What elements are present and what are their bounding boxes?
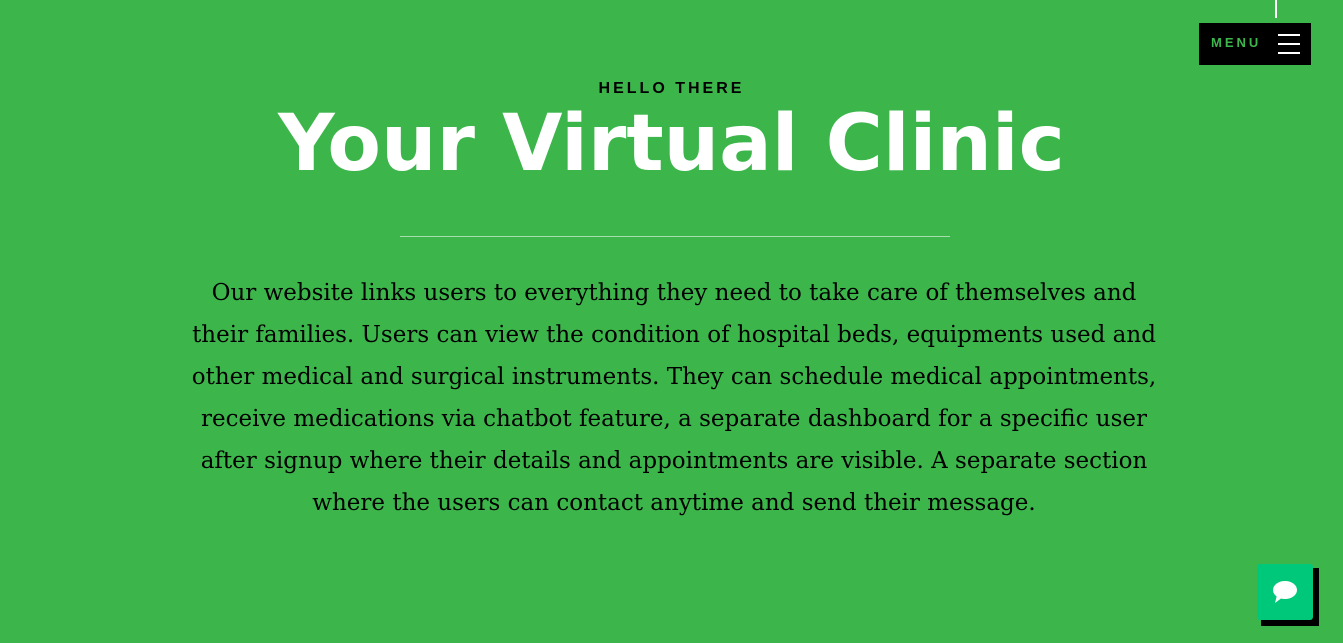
hamburger-icon [1278, 34, 1300, 54]
hero-description: Our website links users to everything th… [191, 280, 1157, 516]
page-title: Your Virtual Clinic [278, 99, 1065, 189]
chat-button[interactable] [1257, 564, 1319, 626]
chat-bubble-icon [1273, 581, 1297, 603]
hero-divider [400, 236, 950, 237]
chat-button-face[interactable] [1257, 564, 1313, 620]
menu-label: MENU [1211, 35, 1262, 50]
top-decorative-line [1275, 0, 1277, 18]
menu-button[interactable]: MENU [1199, 23, 1311, 65]
